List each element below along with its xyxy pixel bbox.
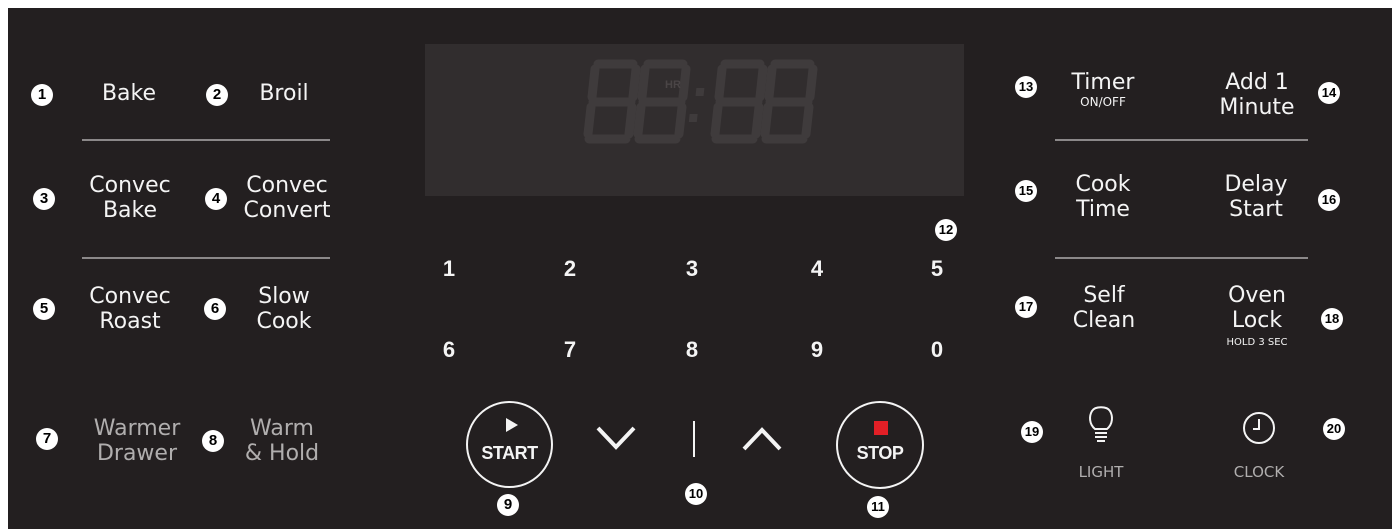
up-arrow-button[interactable] xyxy=(741,424,783,454)
divider xyxy=(82,257,330,259)
convec-roast-line1: Convec xyxy=(89,284,171,309)
callout-badge-8: 8 xyxy=(202,430,224,452)
callout-badge-3: 3 xyxy=(33,188,55,210)
light-label: LIGHT xyxy=(1078,463,1124,481)
keypad-key-1[interactable]: 1 xyxy=(434,256,464,282)
keypad-key-5[interactable]: 5 xyxy=(922,256,952,282)
callout-badge-6: 6 xyxy=(204,298,226,320)
convec-bake-line1: Convec xyxy=(89,173,171,198)
start-label: START xyxy=(481,443,538,463)
callout-badge-19: 19 xyxy=(1021,421,1043,443)
self-clean-line2: Clean xyxy=(1072,308,1136,333)
divider xyxy=(1055,139,1308,141)
stop-square-icon xyxy=(874,421,888,435)
keypad-key-0[interactable]: 0 xyxy=(922,337,952,363)
clock-icon xyxy=(1243,412,1275,444)
bake-button[interactable]: Bake xyxy=(90,81,168,106)
slow-cook-line2: Cook xyxy=(256,309,312,334)
convec-bake-line2: Bake xyxy=(102,198,158,223)
warmer-drawer-button[interactable]: Warmer Drawer xyxy=(78,416,196,466)
delay-start-button[interactable]: Delay Start xyxy=(1210,172,1302,222)
timer-button[interactable]: Timer ON/OFF xyxy=(1055,70,1151,109)
callout-badge-12: 12 xyxy=(935,219,957,241)
add-1-minute-button[interactable]: Add 1 Minute xyxy=(1205,70,1309,120)
broil-button[interactable]: Broil xyxy=(246,81,322,106)
clock-button[interactable]: CLOCK xyxy=(1226,400,1292,486)
callout-badge-5: 5 xyxy=(33,298,55,320)
keypad-key-2[interactable]: 2 xyxy=(555,256,585,282)
hr-indicator: HR xyxy=(665,79,681,91)
callout-badge-2: 2 xyxy=(206,84,228,106)
convec-convert-button[interactable]: Convec Convert xyxy=(234,173,340,223)
callout-badge-4: 4 xyxy=(205,188,227,210)
keypad-key-3[interactable]: 3 xyxy=(677,256,707,282)
timer-label: Timer xyxy=(1071,70,1135,95)
callout-badge-9: 9 xyxy=(497,494,519,516)
play-icon xyxy=(506,418,518,432)
callout-badge-16: 16 xyxy=(1318,189,1340,211)
callout-badge-11: 11 xyxy=(867,496,889,518)
callout-badge-14: 14 xyxy=(1318,82,1340,104)
cook-time-line2: Time xyxy=(1076,197,1130,222)
light-button[interactable]: LIGHT xyxy=(1068,400,1134,486)
keypad-key-8[interactable]: 8 xyxy=(677,337,707,363)
start-button[interactable]: START xyxy=(466,401,553,488)
delay-start-line2: Start xyxy=(1229,197,1283,222)
time-display: HR xyxy=(425,44,964,196)
convec-bake-button[interactable]: Convec Bake xyxy=(78,173,182,223)
callout-badge-15: 15 xyxy=(1015,180,1037,202)
callout-badge-1: 1 xyxy=(31,84,53,106)
seven-segment-readout: HR xyxy=(583,59,818,144)
add-minute-line2: Minute xyxy=(1219,95,1295,120)
keypad-key-4[interactable]: 4 xyxy=(802,256,832,282)
down-arrow-button[interactable] xyxy=(595,423,637,453)
oven-lock-button[interactable]: Oven Lock HOLD 3 SEC xyxy=(1206,283,1308,350)
self-clean-button[interactable]: Self Clean xyxy=(1058,283,1150,333)
slow-cook-line1: Slow xyxy=(258,284,310,309)
broil-label: Broil xyxy=(259,81,309,106)
warm-hold-line1: Warm xyxy=(250,416,314,441)
convec-roast-button[interactable]: Convec Roast xyxy=(78,284,182,334)
convec-convert-line2: Convert xyxy=(243,198,331,223)
callout-badge-20: 20 xyxy=(1323,418,1345,440)
convec-roast-line2: Roast xyxy=(99,309,161,334)
arrow-divider xyxy=(693,421,695,457)
callout-badge-17: 17 xyxy=(1015,296,1037,318)
keypad-key-6[interactable]: 6 xyxy=(434,337,464,363)
delay-start-line1: Delay xyxy=(1224,172,1288,197)
callout-badge-10: 10 xyxy=(685,483,707,505)
clock-label: CLOCK xyxy=(1233,463,1285,481)
warmer-drawer-line2: Drawer xyxy=(96,441,178,466)
bake-label: Bake xyxy=(101,81,157,106)
cook-time-button[interactable]: Cook Time xyxy=(1058,172,1148,222)
keypad-key-9[interactable]: 9 xyxy=(802,337,832,363)
self-clean-line1: Self xyxy=(1083,283,1125,308)
warmer-drawer-line1: Warmer xyxy=(93,416,181,441)
oven-lock-line1: Oven xyxy=(1228,283,1286,308)
timer-sublabel: ON/OFF xyxy=(1080,95,1126,109)
stop-label: STOP xyxy=(856,443,904,463)
divider xyxy=(82,139,330,141)
callout-badge-18: 18 xyxy=(1321,308,1343,330)
slow-cook-button[interactable]: Slow Cook xyxy=(236,284,332,334)
divider xyxy=(1055,257,1308,259)
cook-time-line1: Cook xyxy=(1075,172,1131,197)
oven-lock-line2: Lock xyxy=(1231,308,1283,333)
convec-convert-line1: Convec xyxy=(246,173,328,198)
stop-button[interactable]: STOP xyxy=(836,401,924,489)
callout-badge-13: 13 xyxy=(1015,76,1037,98)
light-bulb-icon xyxy=(1089,406,1113,442)
warm-hold-button[interactable]: Warm & Hold xyxy=(230,416,334,466)
keypad-key-7[interactable]: 7 xyxy=(555,337,585,363)
warm-hold-line2: & Hold xyxy=(244,441,320,466)
add-minute-line1: Add 1 xyxy=(1225,70,1289,95)
oven-lock-sublabel: HOLD 3 SEC xyxy=(1226,337,1288,348)
callout-badge-7: 7 xyxy=(36,428,58,450)
